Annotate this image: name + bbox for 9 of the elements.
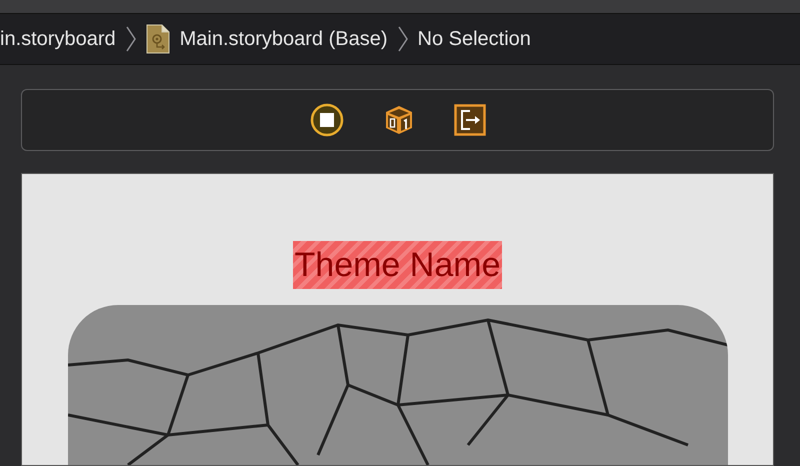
chevron-icon <box>398 26 408 52</box>
storyboard-file-icon <box>146 24 170 54</box>
breadcrumb-item[interactable]: No Selection <box>418 28 531 51</box>
cube-icon[interactable] <box>384 104 414 136</box>
chevron-icon <box>126 26 136 52</box>
breadcrumb-item[interactable]: Main.storyboard (Base) <box>180 28 388 51</box>
breadcrumb-item[interactable]: in.storyboard <box>0 28 116 51</box>
stop-icon[interactable] <box>310 103 344 137</box>
exit-icon[interactable] <box>454 104 486 136</box>
